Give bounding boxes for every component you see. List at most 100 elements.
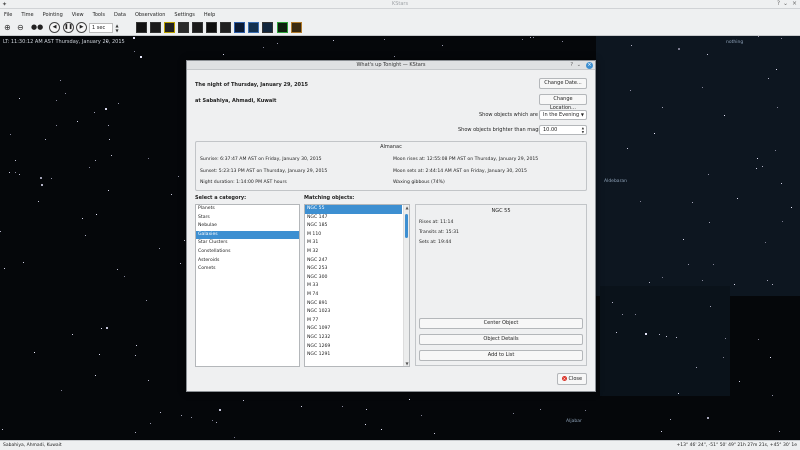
close-window-icon[interactable]: × (792, 0, 797, 7)
category-item[interactable]: Constellations (196, 248, 299, 257)
menu-help[interactable]: Help (204, 12, 215, 18)
star (434, 433, 435, 434)
object-item[interactable]: NGC 247 (305, 257, 402, 266)
change-date-button[interactable]: Change Date... (539, 78, 587, 89)
object-item[interactable]: NGC 300 (305, 274, 402, 283)
category-item[interactable]: Nebulae (196, 222, 299, 231)
category-item[interactable]: Planets (196, 205, 299, 214)
menu-tools[interactable]: Tools (93, 12, 105, 18)
object-item[interactable]: M 32 (305, 248, 402, 257)
dialog-titlebar: What's up Tonight — KStars ? ⌄ × (187, 61, 595, 70)
toggle-planets-icon[interactable] (164, 22, 175, 33)
menu-pointing[interactable]: Pointing (43, 12, 63, 18)
object-item[interactable]: NGC 185 (305, 222, 402, 231)
scroll-up-icon[interactable]: ▲ (404, 205, 409, 210)
minimize-icon[interactable]: ⌄ (783, 0, 788, 7)
category-item[interactable]: Asteroids (196, 257, 299, 266)
toggle-stars-icon[interactable] (136, 22, 147, 33)
sets-text: Sets at: 19:44 (419, 240, 452, 245)
help-icon[interactable]: ? (777, 0, 780, 7)
toggle-milky-way-icon[interactable] (234, 22, 245, 33)
object-item[interactable]: M 33 (305, 282, 402, 291)
menu-observation[interactable]: Observation (135, 12, 165, 18)
almanac-box: Almanac Sunrise: 6:37:47 AM AST on Frida… (195, 141, 587, 191)
binoculars-icon[interactable]: ●● (31, 22, 43, 33)
toggle-ground-icon[interactable] (291, 22, 302, 33)
star (585, 410, 586, 411)
toggle-deep-sky-icon[interactable] (150, 22, 161, 33)
scroll-down-icon[interactable]: ▼ (404, 361, 409, 366)
object-item[interactable]: NGC 1269 (305, 343, 402, 352)
toggle-constellation-names-icon[interactable] (206, 22, 217, 33)
step-forward-icon[interactable]: ▶ (76, 22, 87, 33)
object-item[interactable]: M 74 (305, 291, 402, 300)
star (111, 155, 112, 156)
category-item[interactable]: Stars (196, 214, 299, 223)
scrollbar-thumb[interactable] (405, 214, 408, 238)
star (670, 419, 671, 420)
star (765, 242, 766, 243)
toggle-constellation-art-icon[interactable] (220, 22, 231, 33)
add-to-list-button[interactable]: Add to List (419, 350, 583, 361)
show-objects-label: Show objects which are up: (479, 112, 548, 118)
category-item[interactable]: Star Clusters (196, 239, 299, 248)
star (140, 56, 142, 58)
category-item[interactable]: Galaxies (196, 230, 299, 240)
toggle-comets-icon[interactable] (178, 22, 189, 33)
object-item[interactable]: NGC 253 (305, 265, 402, 274)
dialog-minimize-icon[interactable]: ⌄ (577, 61, 581, 70)
object-item[interactable]: NGC 147 (305, 214, 402, 223)
show-objects-select[interactable]: In the Evening ▼ (539, 110, 587, 120)
star (409, 399, 410, 400)
status-coordinates: +13° 46' 24", -51° 50' 49" 21h 27m 21s, … (676, 443, 797, 448)
object-item[interactable]: NGC 1023 (305, 308, 402, 317)
star (707, 417, 709, 419)
star (65, 93, 66, 94)
toggle-grid-icon[interactable] (248, 22, 259, 33)
dialog-close-icon[interactable]: × (586, 62, 593, 69)
toggle-equator-icon[interactable] (262, 22, 273, 33)
center-object-button[interactable]: Center Object (419, 318, 583, 329)
time-step-spinner-icon[interactable]: ▲ ▼ (114, 23, 120, 33)
star (96, 214, 97, 215)
object-item[interactable]: NGC 891 (305, 300, 402, 309)
toggle-constellation-lines-icon[interactable] (192, 22, 203, 33)
sunset-text: Sunset: 5:23:13 PM AST on Thursday, Janu… (200, 169, 328, 174)
object-details-button[interactable]: Object Details (419, 334, 583, 345)
zoom-out-icon[interactable]: ⊖ (17, 22, 28, 33)
menu-time[interactable]: Time (21, 12, 33, 18)
menu-settings[interactable]: Settings (174, 12, 195, 18)
time-step-field[interactable]: 1 sec (89, 23, 113, 33)
menu-data[interactable]: Data (114, 12, 126, 18)
category-list[interactable]: Planets Stars Nebulae Galaxies Star Clusters… (195, 204, 300, 367)
matching-objects-items: NGC 55 NGC 147 NGC 185 M 110 M 31 M 32 NGC 247… (305, 205, 409, 360)
object-item[interactable]: NGC 1232 (305, 334, 402, 343)
change-location-button[interactable]: Change Location... (539, 94, 587, 111)
object-item[interactable]: NGC 1291 (305, 351, 402, 360)
category-item[interactable]: Comets (196, 265, 299, 274)
star (117, 269, 118, 270)
step-back-icon[interactable]: ◀ (49, 22, 60, 33)
star (781, 38, 782, 39)
star (105, 108, 107, 110)
menu-file[interactable]: File (4, 12, 12, 18)
objects-scrollbar[interactable]: ▲ ▼ (403, 205, 409, 366)
zoom-in-icon[interactable]: ⊕ (4, 22, 15, 33)
star (45, 139, 46, 140)
menu-view[interactable]: View (72, 12, 84, 18)
object-item[interactable]: M 31 (305, 239, 402, 248)
star (562, 41, 563, 42)
object-item[interactable]: M 77 (305, 317, 402, 326)
object-item[interactable]: NGC 55 (305, 205, 402, 214)
dialog-help-icon[interactable]: ? (570, 61, 573, 70)
pause-icon[interactable]: ❚❚ (63, 22, 74, 33)
close-button[interactable]: × Close (557, 373, 587, 385)
star (709, 222, 710, 223)
app-title: KStars (391, 1, 409, 7)
toggle-horizon-icon[interactable] (277, 22, 288, 33)
matching-objects-list[interactable]: NGC 55 NGC 147 NGC 185 M 110 M 31 M 32 NGC 247… (304, 204, 410, 367)
object-item[interactable]: NGC 1097 (305, 325, 402, 334)
magnitude-spinbox[interactable]: 10.00 ▲ ▼ (539, 125, 587, 135)
object-item[interactable]: M 110 (305, 231, 402, 240)
star (442, 45, 443, 46)
